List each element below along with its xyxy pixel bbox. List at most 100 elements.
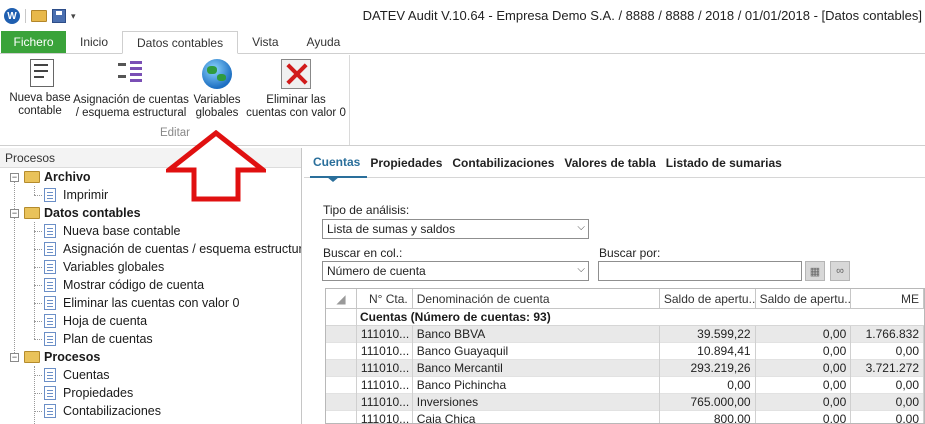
tree-item-plan-de-cuentas[interactable]: Plan de cuentas — [0, 330, 301, 348]
ribbon-body: Nueva base contable Asignación de cuenta… — [0, 55, 925, 146]
column-header-saldo-apertura-1[interactable]: Saldo de apertu... — [660, 289, 756, 309]
tree-folder-procesos[interactable]: − Procesos — [0, 348, 301, 366]
tree-item-label: Plan de cuentas — [63, 332, 153, 346]
accounts-grid: ◢ N° Cta. Denominación de cuenta Saldo d… — [325, 288, 925, 424]
tree-folder-datos-contables[interactable]: − Datos contables — [0, 204, 301, 222]
tree-item-variables-globales[interactable]: Variables globales — [0, 258, 301, 276]
active-tab-pointer — [327, 177, 339, 182]
page-icon — [44, 224, 56, 238]
row-selector[interactable] — [326, 360, 357, 377]
table-row[interactable]: 111010... Banco BBVA 39.599,22 0,00 1.76… — [326, 326, 924, 343]
tree-item-hoja-de-cuenta[interactable]: Hoja de cuenta — [0, 312, 301, 330]
folder-icon — [24, 171, 40, 183]
search-by-label: Buscar por: — [599, 246, 661, 260]
tab-propiedades[interactable]: Propiedades — [367, 148, 449, 178]
account-structure-icon — [116, 59, 146, 89]
cell-saldo-apertura-2: 0,00 — [756, 411, 852, 423]
tab-vista[interactable]: Vista — [238, 31, 292, 53]
window-title: DATEV Audit V.10.64 - Empresa Demo S.A. … — [362, 8, 922, 23]
column-header-denominacion[interactable]: Denominación de cuenta — [413, 289, 660, 309]
cell-numero-cuenta: 111010... — [357, 411, 413, 423]
analysis-type-value: Lista de sumas y saldos — [327, 222, 456, 236]
process-tree: − Archivo Imprimir − Datos contables Nue… — [0, 168, 301, 424]
table-row[interactable]: 111010... Banco Mercantil 293.219,26 0,0… — [326, 360, 924, 377]
page-icon — [44, 242, 56, 256]
page-icon — [44, 278, 56, 292]
tree-item-eliminar-cuentas[interactable]: Eliminar las cuentas con valor 0 — [0, 294, 301, 312]
save-icon[interactable] — [52, 9, 66, 23]
tree-item-mostrar-codigo[interactable]: Mostrar código de cuenta — [0, 276, 301, 294]
cell-me: 0,00 — [851, 343, 924, 360]
column-header-saldo-apertura-2[interactable]: Saldo de apertu... — [756, 289, 852, 309]
cell-saldo-apertura-1: 765.000,00 — [660, 394, 756, 411]
table-row[interactable]: 111010... Inversiones 765.000,00 0,00 0,… — [326, 394, 924, 411]
cell-saldo-apertura-2: 0,00 — [756, 326, 852, 343]
row-selector[interactable] — [326, 377, 357, 394]
tree-item-contabilizaciones[interactable]: Contabilizaciones — [0, 402, 301, 420]
ribbon-tab-bar: Fichero Inicio Datos contables Vista Ayu… — [0, 31, 925, 54]
grid-search-icon[interactable]: ▦ — [805, 261, 825, 281]
binoculars-icon[interactable]: ∞ — [830, 261, 850, 281]
tab-contabilizaciones[interactable]: Contabilizaciones — [449, 148, 561, 178]
tree-item-propiedades[interactable]: Propiedades — [0, 384, 301, 402]
table-row[interactable]: 111010... Banco Guayaquil 10.894,41 0,00… — [326, 343, 924, 360]
button-label-line: / esquema estructural — [75, 107, 187, 119]
row-selector[interactable] — [326, 326, 357, 343]
cell-me: 1.766.832 — [851, 326, 924, 343]
row-selector[interactable] — [326, 308, 357, 326]
tab-ayuda[interactable]: Ayuda — [293, 31, 355, 53]
variables-globales-button[interactable]: Variables globales — [190, 59, 244, 120]
page-icon — [44, 188, 56, 202]
tree-item-cuentas[interactable]: Cuentas — [0, 366, 301, 384]
button-label-line: Nueva base — [9, 92, 71, 104]
open-folder-icon[interactable] — [31, 10, 47, 22]
row-selector[interactable] — [326, 343, 357, 360]
tree-item-asignacion-cuentas[interactable]: Asignación de cuentas / esquema estructu… — [0, 240, 301, 258]
search-column-value: Número de cuenta — [327, 264, 426, 278]
chevron-down-icon[interactable]: ⌵ — [577, 264, 585, 275]
asignacion-cuentas-button[interactable]: Asignación de cuentas / esquema estructu… — [70, 59, 192, 120]
qat-separator — [25, 9, 26, 23]
button-label-line: globales — [195, 107, 239, 119]
cell-numero-cuenta: 111010... — [357, 326, 413, 343]
cell-numero-cuenta: 111010... — [357, 394, 413, 411]
page-icon — [44, 368, 56, 382]
cell-saldo-apertura-2: 0,00 — [756, 360, 852, 377]
tab-listado-de-sumarias[interactable]: Listado de sumarias — [663, 148, 789, 178]
tab-cuentas[interactable]: Cuentas — [310, 148, 368, 178]
tab-fichero[interactable]: Fichero — [1, 31, 66, 53]
table-row[interactable]: 111010... Banco Pichincha 0,00 0,00 0,00 — [326, 377, 924, 394]
cell-me: 0,00 — [851, 377, 924, 394]
cell-me: 3.721.272 — [851, 360, 924, 377]
analysis-type-label: Tipo de análisis: — [323, 203, 410, 217]
chevron-down-icon[interactable]: ⌵ — [577, 222, 585, 233]
button-label-line: Variables — [193, 94, 241, 106]
tab-inicio[interactable]: Inicio — [66, 31, 122, 53]
datev-logo-icon[interactable]: W — [4, 8, 20, 24]
row-selector[interactable] — [326, 394, 357, 411]
page-icon — [44, 296, 56, 310]
tree-item-nueva-base-contable[interactable]: Nueva base contable — [0, 222, 301, 240]
eliminar-cuentas-cero-button[interactable]: Eliminar las cuentas con valor 0 — [244, 59, 348, 120]
column-header-me[interactable]: ME — [851, 289, 924, 309]
search-column-select[interactable]: Número de cuenta ⌵ — [322, 261, 589, 281]
cell-saldo-apertura-2: 0,00 — [756, 343, 852, 360]
tab-datos-contables[interactable]: Datos contables — [122, 31, 239, 54]
quick-access-toolbar: W ▾ — [0, 8, 76, 24]
tree-item-label: Datos contables — [44, 206, 141, 220]
grid-group-row[interactable]: Cuentas (Número de cuentas: 93) — [326, 308, 924, 326]
analysis-type-select[interactable]: Lista de sumas y saldos ⌵ — [322, 219, 589, 239]
nueva-base-contable-button[interactable]: Nueva base contable — [8, 59, 72, 118]
collapse-icon[interactable]: − — [10, 172, 19, 182]
row-selector[interactable] — [326, 411, 357, 423]
column-header-numero-cuenta[interactable]: N° Cta. — [357, 289, 413, 309]
cell-denominacion: Inversiones — [413, 394, 660, 411]
search-by-input[interactable] — [598, 261, 802, 281]
title-bar: W ▾ DATEV Audit V.10.64 - Empresa Demo S… — [0, 0, 925, 32]
collapse-icon[interactable]: − — [10, 352, 19, 362]
sort-corner-icon[interactable]: ◢ — [326, 289, 357, 309]
qat-dropdown-icon[interactable]: ▾ — [71, 11, 76, 22]
collapse-icon[interactable]: − — [10, 208, 19, 218]
tab-valores-de-tabla[interactable]: Valores de tabla — [561, 148, 662, 178]
table-row[interactable]: 111010... Caja Chica 800,00 0,00 0,00 — [326, 411, 924, 423]
